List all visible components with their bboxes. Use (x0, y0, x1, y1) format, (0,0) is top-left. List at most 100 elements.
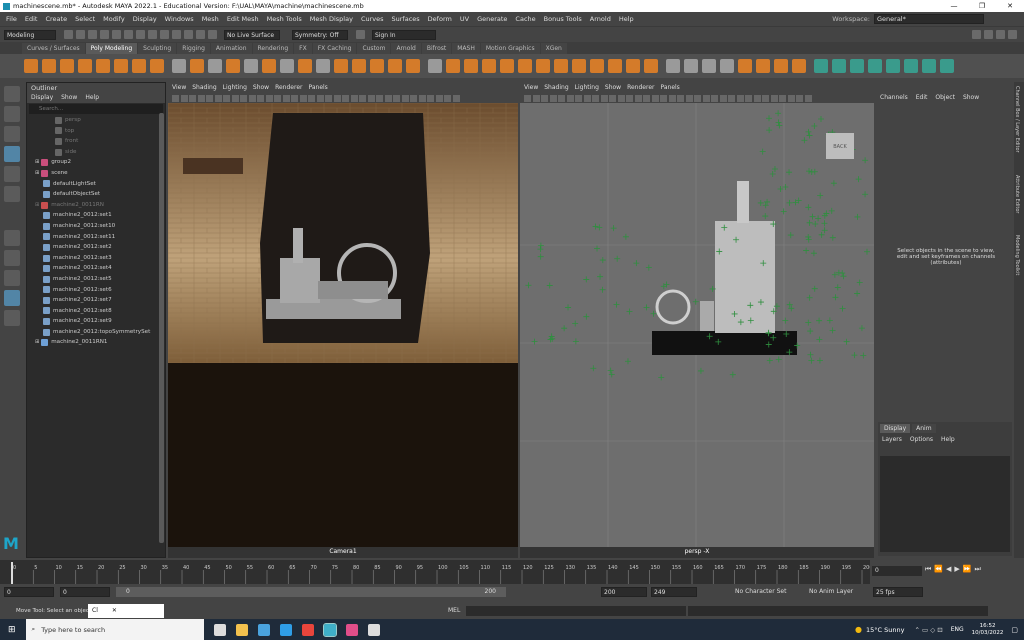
locator-icon[interactable] (775, 119, 782, 126)
locator-icon[interactable] (858, 325, 865, 332)
viewport-tool-15-icon[interactable] (291, 94, 298, 102)
menu-display[interactable]: Display (129, 15, 161, 23)
channel-menu-show[interactable]: Show (963, 94, 979, 101)
shelf-tool-32-icon[interactable] (590, 59, 604, 73)
locator-icon[interactable] (805, 204, 812, 211)
locator-icon[interactable] (780, 208, 787, 215)
locator-icon[interactable] (856, 279, 863, 286)
layer-menu-layers[interactable]: Layers (882, 436, 902, 443)
locator-icon[interactable] (729, 371, 736, 378)
viewport-tool-28-icon[interactable] (753, 94, 761, 102)
viewport-tool-20-icon[interactable] (685, 94, 693, 102)
locator-icon[interactable] (816, 336, 823, 343)
shelf-tool-41-icon[interactable] (756, 59, 770, 73)
viewport-tool-13-icon[interactable] (626, 94, 633, 102)
viewport-tool-24-icon[interactable] (719, 94, 727, 102)
two-view-layout-icon[interactable] (4, 270, 20, 286)
shelf-tool-27-icon[interactable] (500, 59, 514, 73)
locator-icon[interactable] (622, 233, 629, 240)
outliner-item[interactable]: machine2_0012:set6 (35, 285, 165, 296)
outliner-item[interactable]: ⊞ scene (35, 168, 165, 179)
shelf-tab-rendering[interactable]: Rendering (252, 43, 294, 54)
viewport-tool-17-icon[interactable] (308, 94, 315, 102)
move-tool-icon[interactable] (4, 146, 20, 162)
task-view-icon[interactable] (213, 623, 226, 636)
menu-file[interactable]: File (2, 15, 21, 23)
shelf-tool-9-icon[interactable] (172, 59, 186, 73)
viewport-tool-26-icon[interactable] (736, 94, 744, 102)
viewport-tool-21-icon[interactable] (342, 94, 349, 102)
shelf-tab-arnold[interactable]: Arnold (391, 43, 421, 54)
shelf-tool-45-icon[interactable] (832, 59, 846, 73)
shelf-tool-34-icon[interactable] (626, 59, 640, 73)
locator-icon[interactable] (599, 286, 606, 293)
persp-viewport[interactable]: View Shading Lighting Show Renderer Panels BA… (520, 82, 874, 558)
locator-icon[interactable] (840, 273, 847, 280)
shelf-tab-motion-graphics[interactable]: Motion Graphics (480, 43, 540, 54)
viewport-tool-23-icon[interactable] (711, 94, 718, 102)
shelf-tool-23-icon[interactable] (428, 59, 442, 73)
viewport-tool-6-icon[interactable] (214, 94, 222, 102)
minimize-button[interactable]: — (940, 0, 968, 12)
step-forward-icon[interactable]: ⏩ (963, 565, 972, 574)
outliner-item[interactable]: machine2_0012:set8 (35, 306, 165, 317)
viewport-tool-13-icon[interactable] (274, 94, 281, 102)
locator-icon[interactable] (546, 282, 553, 289)
locator-icon[interactable] (808, 357, 815, 364)
locator-icon[interactable] (829, 234, 836, 241)
locator-icon[interactable] (854, 290, 861, 297)
lasso-tool-icon[interactable] (4, 106, 20, 122)
photos-icon[interactable] (345, 623, 358, 636)
locator-icon[interactable] (860, 352, 867, 359)
modeling-toolkit-toggle-icon[interactable] (1007, 30, 1017, 39)
locator-icon[interactable] (614, 255, 621, 262)
time-slider[interactable]: 0 5 10 15 20 25 30 35 40 45 50 55 60 65 70 75 80 85 90 95 10… (0, 560, 873, 584)
layer-tab-display[interactable]: Display (880, 424, 911, 433)
select-component-icon[interactable] (147, 30, 157, 39)
shelf-tab-poly-modeling[interactable]: Poly Modeling (85, 43, 138, 54)
shelf-tool-13-icon[interactable] (244, 59, 258, 73)
locator-icon[interactable] (803, 247, 810, 254)
locator-icon[interactable] (864, 248, 870, 255)
locator-icon[interactable] (810, 250, 817, 257)
locator-icon[interactable] (851, 352, 858, 359)
locator-icon[interactable] (787, 232, 794, 239)
locator-icon[interactable] (762, 213, 769, 220)
menu-mesh-tools[interactable]: Mesh Tools (263, 15, 306, 23)
select-hierarchy-icon[interactable] (123, 30, 133, 39)
viewport-menu-panels[interactable]: Panels (660, 84, 679, 91)
locator-icon[interactable] (801, 137, 808, 144)
viewport-menu-panels[interactable]: Panels (308, 84, 327, 91)
locator-icon[interactable] (633, 260, 640, 267)
character-set-dropdown[interactable]: No Character Set (735, 588, 797, 595)
playback-end-field[interactable]: 200 (601, 586, 647, 597)
channel-menu-object[interactable]: Object (935, 94, 955, 101)
shelf-tab-fx-caching[interactable]: FX Caching (312, 43, 357, 54)
shelf-tool-26-icon[interactable] (482, 59, 496, 73)
channel-menu-edit[interactable]: Edit (916, 94, 928, 101)
viewport-tool-31-icon[interactable] (779, 94, 786, 102)
viewport-tool-27-icon[interactable] (393, 94, 400, 102)
locator-icon[interactable] (597, 273, 604, 280)
locator-icon[interactable] (805, 319, 812, 326)
outliner-item[interactable]: front (35, 136, 165, 147)
shelf-tool-37-icon[interactable] (684, 59, 698, 73)
shelf-tool-51-icon[interactable] (940, 59, 954, 73)
locator-icon[interactable] (759, 148, 766, 155)
shelf-tool-46-icon[interactable] (850, 59, 864, 73)
locator-icon[interactable] (818, 231, 825, 238)
viewport-tool-10-icon[interactable] (248, 94, 256, 102)
locator-icon[interactable] (788, 305, 795, 312)
snap-surface-icon[interactable] (207, 30, 217, 39)
viewport-menu-show[interactable]: Show (253, 84, 269, 91)
locator-icon[interactable] (645, 264, 652, 271)
system-tray-icons[interactable]: ⌃ ▭ ◇ ⊡ (915, 626, 943, 634)
locator-icon[interactable] (855, 176, 862, 183)
viewport-tool-4-icon[interactable] (549, 94, 557, 102)
locator-icon[interactable] (805, 233, 812, 240)
open-scene-icon[interactable] (75, 30, 85, 39)
snap-view-icon[interactable] (195, 30, 205, 39)
viewport-menu-lighting[interactable]: Lighting (575, 84, 599, 91)
locator-icon[interactable] (561, 325, 568, 332)
shelf-tool-30-icon[interactable] (554, 59, 568, 73)
